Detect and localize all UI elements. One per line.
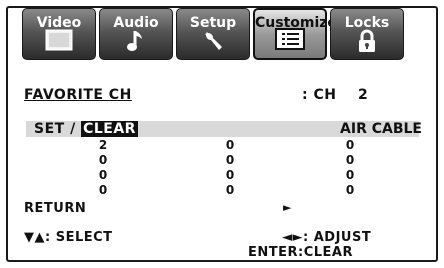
favorite-slot-4-1[interactable]: 0 <box>88 184 118 196</box>
tab-video[interactable]: Video <box>22 8 96 60</box>
screen-icon <box>23 29 95 53</box>
favorite-slot-1-2[interactable]: 0 <box>215 139 245 151</box>
channel-label: : CH <box>302 87 337 103</box>
favorite-slot-2-2[interactable]: 0 <box>215 154 245 166</box>
enter-clear-hint: ENTER:CLEAR <box>248 245 353 260</box>
return-option[interactable]: RETURN <box>24 201 86 216</box>
set-label: SET / <box>34 121 76 137</box>
list-icon <box>255 28 325 52</box>
tab-customize[interactable]: Customize <box>253 8 337 60</box>
favorite-slot-1-1[interactable]: 2 <box>88 139 118 151</box>
favorite-ch-title: FAVORITE CH <box>24 87 132 103</box>
air-cable-header: AIR CABLE <box>340 121 422 137</box>
favorite-slot-4-3[interactable]: 0 <box>335 184 365 196</box>
favorite-slot-4-2[interactable]: 0 <box>215 184 245 196</box>
padlock-icon <box>331 29 403 53</box>
tab-setup[interactable]: Setup <box>176 8 250 60</box>
favorite-slot-3-1[interactable]: 0 <box>88 169 118 181</box>
current-channel: : CH 2 <box>302 87 368 103</box>
tab-audio[interactable]: Audio <box>99 8 173 60</box>
favorite-slot-2-3[interactable]: 0 <box>335 154 365 166</box>
favorite-slot-3-2[interactable]: 0 <box>215 169 245 181</box>
adjust-hint: ◄►: ADJUST <box>282 230 372 245</box>
music-note-icon <box>100 29 172 53</box>
wrench-icon <box>177 29 249 53</box>
clear-option[interactable]: CLEAR <box>81 121 138 137</box>
set-clear-header[interactable]: SET / CLEAR <box>34 121 138 137</box>
return-arrow-icon: ► <box>283 201 292 214</box>
tab-locks[interactable]: Locks <box>330 8 404 60</box>
favorite-slot-2-1[interactable]: 0 <box>88 154 118 166</box>
favorite-slot-3-3[interactable]: 0 <box>335 169 365 181</box>
select-hint: ▼▲: SELECT <box>24 230 113 245</box>
channel-value: 2 <box>357 87 369 103</box>
favorite-slot-1-3[interactable]: 0 <box>335 139 365 151</box>
